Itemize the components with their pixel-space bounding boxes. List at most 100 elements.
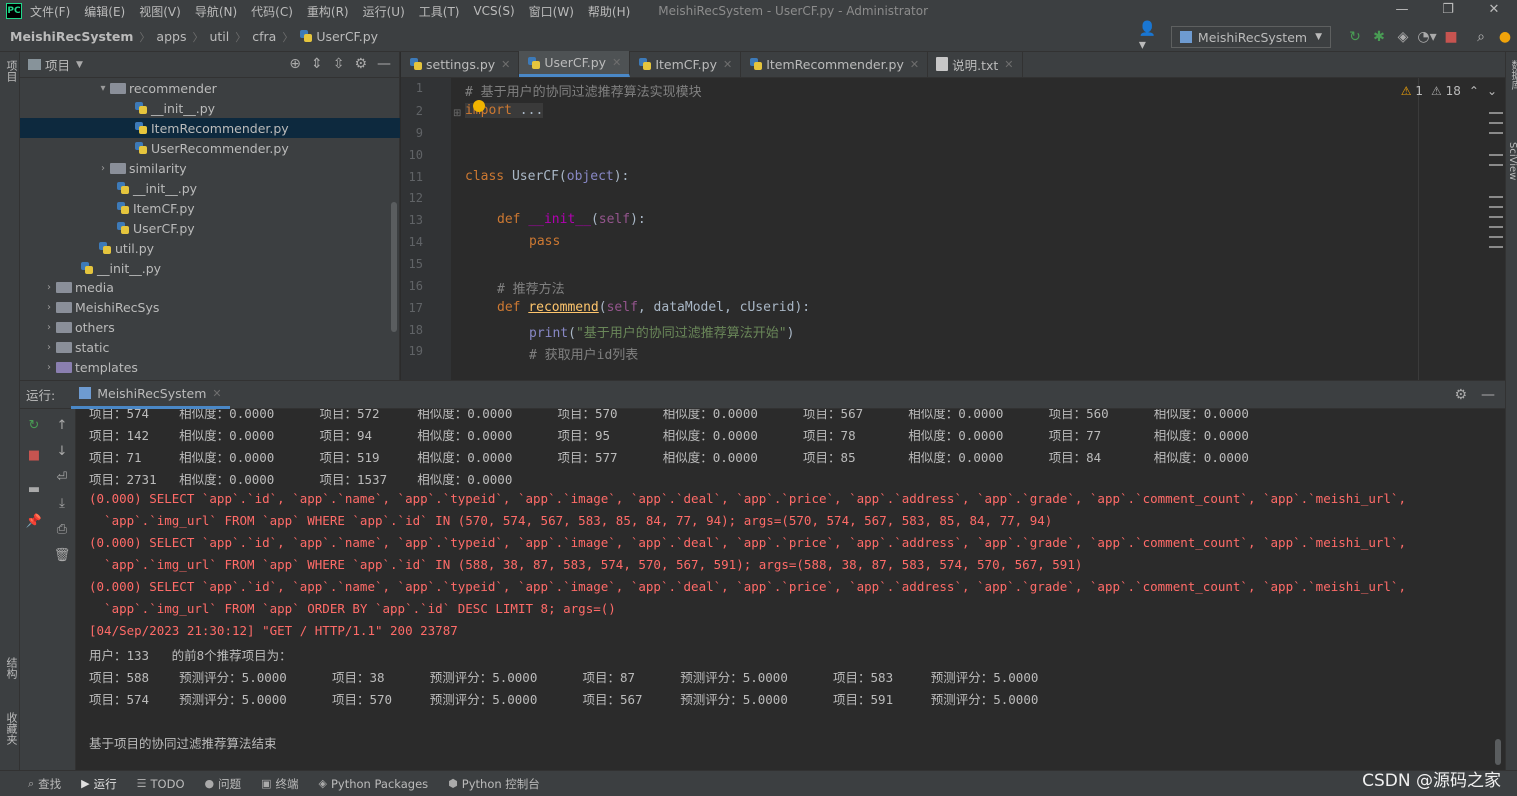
tree-item-init-py[interactable]: __init__.py <box>20 178 400 198</box>
arrow-up-icon[interactable]: ↑ <box>54 417 70 433</box>
breadcrumb-project[interactable]: MeishiRecSystem <box>10 29 133 44</box>
toolbar-problems[interactable]: ● 问题 <box>205 776 242 792</box>
scrollbar[interactable] <box>1495 739 1501 765</box>
menu-run[interactable]: 运行(U) <box>363 3 405 20</box>
warning-count[interactable]: ⚠ 1 <box>1401 84 1423 98</box>
menu-vcs[interactable]: VCS(S) <box>473 4 514 18</box>
tree-item-similarity[interactable]: › similarity <box>20 158 400 178</box>
stripe-mark[interactable] <box>1489 226 1503 228</box>
expand-arrow-icon[interactable]: › <box>42 342 56 353</box>
close-icon[interactable]: ✕ <box>723 58 732 71</box>
stripe-mark[interactable] <box>1489 112 1503 114</box>
chevron-down-icon[interactable]: ▼ <box>76 60 83 70</box>
hide-icon[interactable]: — <box>1481 387 1495 403</box>
error-stripe[interactable] <box>1489 112 1503 256</box>
close-icon[interactable]: ✕ <box>612 56 621 69</box>
code-area[interactable]: # 基于用户的协同过滤推荐算法实现模块 import ... class Use… <box>451 78 1505 380</box>
tree-item-media[interactable]: › media <box>20 277 400 297</box>
expand-all-icon[interactable]: ⇕ <box>311 56 323 72</box>
menu-window[interactable]: 窗口(W) <box>529 3 574 20</box>
stop-icon[interactable]: ■ <box>26 447 42 463</box>
stop-icon[interactable]: ■ <box>1439 25 1463 49</box>
tab-itemrecommender-py[interactable]: ItemRecommender.py ✕ <box>741 51 929 77</box>
stripe-mark[interactable] <box>1489 216 1503 218</box>
debug-icon[interactable]: ✱ <box>1367 25 1391 49</box>
toolbar-python-console[interactable]: ⬢ Python 控制台 <box>448 776 540 792</box>
toolbar-todo[interactable]: ☰ TODO <box>137 777 185 791</box>
tree-item-usercf[interactable]: UserCF.py <box>20 218 400 238</box>
update-icon[interactable]: ● <box>1493 25 1517 49</box>
expand-arrow-icon[interactable]: › <box>42 302 56 313</box>
run-config-select[interactable]: MeishiRecSystem ▼ <box>1170 26 1331 48</box>
stripe-mark[interactable] <box>1489 164 1503 166</box>
soft-wrap-icon[interactable]: ⏎ <box>54 469 70 485</box>
toolbar-find[interactable]: ⌕ 查找 <box>28 776 61 792</box>
stripe-favorites-label[interactable]: 收藏夹 <box>3 712 19 745</box>
menu-file[interactable]: 文件(F) <box>30 3 70 20</box>
hide-icon[interactable]: — <box>377 56 391 72</box>
menu-refactor[interactable]: 重构(R) <box>307 3 349 20</box>
tree-item-itemcf[interactable]: ItemCF.py <box>20 198 400 218</box>
trash-icon[interactable]: 🗑 <box>54 547 71 563</box>
breadcrumb-apps[interactable]: apps <box>156 29 186 44</box>
layout-icon[interactable]: ▬ <box>26 481 42 497</box>
gear-icon[interactable]: ⚙ <box>354 56 367 72</box>
rerun-icon[interactable]: ↻ <box>1343 25 1367 49</box>
lightbulb-icon[interactable] <box>473 100 485 112</box>
stripe-database-label[interactable]: 数据库 <box>1507 60 1517 90</box>
close-icon[interactable]: ✕ <box>212 387 221 400</box>
tree-item-itemrecommender[interactable]: ItemRecommender.py <box>20 118 400 138</box>
stripe-structure-label[interactable]: 结构 <box>3 657 19 679</box>
menu-help[interactable]: 帮助(H) <box>588 3 630 20</box>
search-icon[interactable]: ⌕ <box>1469 25 1493 49</box>
stripe-mark[interactable] <box>1489 132 1503 134</box>
expand-arrow-icon[interactable]: › <box>42 322 56 333</box>
run-tab-meishirecsystem[interactable]: MeishiRecSystem ✕ <box>71 381 230 409</box>
toolbar-terminal[interactable]: ▣ 终端 <box>261 776 298 792</box>
scrollbar[interactable] <box>391 202 397 332</box>
minimize-icon[interactable]: — <box>1379 0 1425 22</box>
breadcrumb-file[interactable]: UserCF.py <box>299 29 378 44</box>
inspection-widget[interactable]: ⚠ 1 ⚠ 18 ⌃ ⌄ <box>1401 84 1497 98</box>
tab-usercf-py[interactable]: UserCF.py ✕ <box>519 51 631 77</box>
scroll-to-end-icon[interactable]: ⤓ <box>54 495 70 511</box>
stripe-project-label[interactable]: 项目 <box>3 60 19 82</box>
chevron-up-icon[interactable]: ⌃ <box>1469 84 1479 98</box>
close-icon[interactable]: ✕ <box>910 58 919 71</box>
expand-arrow-icon[interactable]: › <box>96 163 110 174</box>
menu-code[interactable]: 代码(C) <box>251 3 293 20</box>
collapse-all-icon[interactable]: ⇳ <box>333 56 345 72</box>
tree-item-init-py[interactable]: __init__.py <box>20 258 400 278</box>
stripe-mark[interactable] <box>1489 154 1503 156</box>
toolbar-run[interactable]: ▶ 运行 <box>81 776 116 792</box>
toolbar-python-packages[interactable]: ◈ Python Packages <box>319 777 429 791</box>
rerun-icon[interactable]: ↻ <box>26 417 42 433</box>
stripe-sciview-label[interactable]: SciView <box>1507 142 1517 180</box>
user-icon[interactable]: 👤▾ <box>1139 21 1163 53</box>
tree-item-templates[interactable]: › templates <box>20 357 400 377</box>
profile-icon[interactable]: ◔▾ <box>1415 25 1439 49</box>
close-icon[interactable]: ✕ <box>1004 58 1013 71</box>
weak-warning-count[interactable]: ⚠ 18 <box>1431 84 1461 98</box>
expand-arrow-icon[interactable]: ▾ <box>96 83 110 94</box>
menu-edit[interactable]: 编辑(E) <box>84 3 125 20</box>
close-icon[interactable]: ✕ <box>501 58 510 71</box>
breadcrumb-cfra[interactable]: cfra <box>252 29 276 44</box>
tree-item-static[interactable]: › static <box>20 337 400 357</box>
restore-icon[interactable]: ❐ <box>1425 0 1471 22</box>
stripe-mark[interactable] <box>1489 236 1503 238</box>
breadcrumb-util[interactable]: util <box>209 29 229 44</box>
tree-item-util-py[interactable]: util.py <box>20 238 400 258</box>
tab-itemcf-py[interactable]: ItemCF.py ✕ <box>630 51 742 77</box>
close-icon[interactable]: ✕ <box>1471 0 1517 22</box>
tab-readme-txt[interactable]: 说明.txt ✕ <box>928 51 1023 77</box>
stripe-mark[interactable] <box>1489 122 1503 124</box>
locate-icon[interactable]: ⊕ <box>289 56 301 72</box>
menu-view[interactable]: 视图(V) <box>139 3 181 20</box>
console-output[interactable]: 项目：574 相似度：0.0000 项目：572 相似度：0.0000 项目：5… <box>78 409 1505 771</box>
tree-item-others[interactable]: › others <box>20 317 400 337</box>
tree-item-recommender[interactable]: ▾ recommender <box>20 78 400 98</box>
pin-icon[interactable]: 📌 <box>26 513 42 529</box>
menu-navigate[interactable]: 导航(N) <box>195 3 237 20</box>
tree-item-meishirecsys[interactable]: › MeishiRecSys <box>20 297 400 317</box>
